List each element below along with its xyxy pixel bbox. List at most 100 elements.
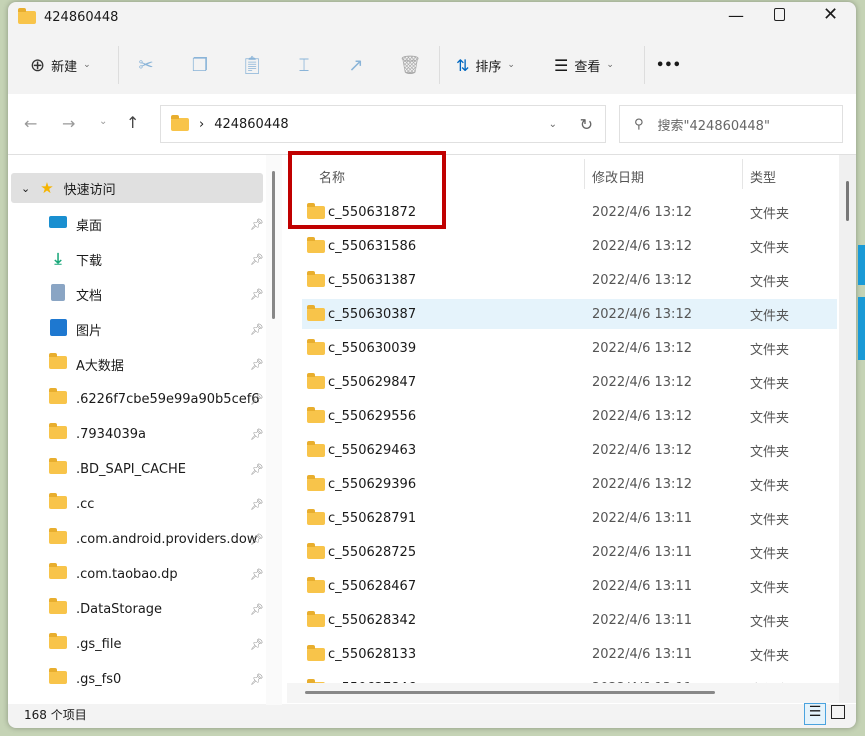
highlight-box (288, 151, 446, 229)
file-type: 文件夹 (750, 580, 790, 596)
more-button[interactable]: ••• (656, 48, 681, 82)
sidebar-item[interactable]: 文档 📌︎ (48, 279, 268, 309)
file-name: c_550628342 (328, 612, 417, 628)
folder-icon (18, 8, 36, 24)
file-date: 2022/4/6 13:12 (592, 238, 692, 254)
search-icon: ⚲ (634, 116, 644, 132)
pin-icon[interactable]: 📌︎ (250, 568, 264, 581)
file-row[interactable]: c_550628725 2022/4/6 13:11 文件夹 (302, 537, 837, 567)
file-explorer-window: 424860448 — ✕ ⊕ 新建 ⌄ ✂ ❐ 📋︎ ⌶ ↗ 🗑︎ ⇅ 排序 ⌄ ☰ 查… (8, 2, 856, 728)
sidebar-scrollbar[interactable] (266, 155, 282, 705)
file-date: 2022/4/6 13:12 (592, 306, 692, 322)
file-row[interactable]: c_550628467 2022/4/6 13:11 文件夹 (302, 571, 837, 601)
tiles-view-button[interactable] (831, 705, 845, 719)
rename-button[interactable]: ⌶ (292, 48, 316, 82)
file-date: 2022/4/6 13:11 (592, 612, 692, 628)
vertical-scrollbar[interactable] (839, 155, 856, 703)
file-row[interactable]: c_550630039 2022/4/6 13:12 文件夹 (302, 333, 837, 363)
sidebar-item-label: .BD_SAPI_CACHE (76, 461, 186, 477)
title-bar: 424860448 (18, 8, 118, 25)
breadcrumb[interactable]: 424860448 (214, 117, 288, 132)
content-area: ⌄ ★ 快速访问 桌面 📌︎ ⤓ 下载 📌︎ 文档 📌︎ 图片 📌︎ A大数据 📌︎ .6226f7cbe… (8, 151, 856, 705)
file-row[interactable]: c_550631387 2022/4/6 13:12 文件夹 (302, 265, 837, 295)
file-row[interactable]: c_550629556 2022/4/6 13:12 文件夹 (302, 401, 837, 431)
folder-icon (307, 338, 325, 355)
view-button[interactable]: ☰ 查看 ⌄ (554, 48, 614, 82)
pin-icon[interactable]: 📌︎ (250, 393, 264, 406)
maximize-button[interactable] (774, 8, 785, 21)
pin-icon[interactable]: 📌︎ (250, 253, 264, 266)
address-bar[interactable]: › 424860448 ⌄ ↻ (160, 105, 606, 143)
sidebar-item[interactable]: A大数据 📌︎ (48, 349, 268, 379)
refresh-icon[interactable]: ↻ (580, 115, 593, 134)
folder-icon (307, 610, 325, 627)
search-input[interactable]: ⚲ 搜索"424860448" (619, 105, 843, 143)
sort-button[interactable]: ⇅ 排序 ⌄ (456, 48, 515, 82)
sidebar-item-quick-access[interactable]: ⌄ ★ 快速访问 (11, 173, 263, 203)
sidebar-item[interactable]: .cc 📌︎ (48, 489, 268, 519)
sidebar-item[interactable]: .gs_file 📌︎ (48, 629, 268, 659)
horizontal-scrollbar[interactable] (287, 683, 839, 703)
trash-icon: 🗑︎ (398, 54, 422, 76)
cut-button[interactable]: ✂ (134, 48, 158, 82)
sidebar-item-label: 下载 (76, 253, 103, 269)
file-row[interactable]: c_550629463 2022/4/6 13:12 文件夹 (302, 435, 837, 465)
new-button[interactable]: ⊕ 新建 ⌄ (30, 48, 91, 82)
sidebar-item[interactable]: .7934039a 📌︎ (48, 419, 268, 449)
sidebar-item-label: .7934039a (76, 426, 146, 442)
sidebar-item[interactable]: 图片 📌︎ (48, 314, 268, 344)
sidebar-item-label: .gs_file (76, 636, 122, 652)
minimize-button[interactable]: — (728, 6, 744, 25)
sidebar-item[interactable]: .com.taobao.dp 📌︎ (48, 559, 268, 589)
file-row[interactable]: c_550629396 2022/4/6 13:12 文件夹 (302, 469, 837, 499)
pin-icon[interactable]: 📌︎ (250, 288, 264, 301)
plus-circle-icon: ⊕ (30, 54, 46, 76)
pin-icon[interactable]: 📌︎ (250, 533, 264, 546)
up-button[interactable]: ↑ (126, 113, 139, 132)
sort-label: 排序 (475, 59, 502, 75)
pin-icon[interactable]: 📌︎ (250, 498, 264, 511)
breadcrumb-chevron-icon: › (199, 116, 205, 132)
file-row[interactable]: c_550629847 2022/4/6 13:12 文件夹 (302, 367, 837, 397)
paste-button[interactable]: 📋︎ (240, 48, 264, 82)
delete-button[interactable]: 🗑︎ (398, 48, 422, 82)
column-header-type[interactable]: 类型 (750, 167, 776, 186)
share-button[interactable]: ↗ (344, 48, 368, 82)
sidebar-item[interactable]: .DataStorage 📌︎ (48, 594, 268, 624)
folder-icon (48, 527, 68, 548)
forward-button[interactable]: → (62, 114, 75, 133)
column-header-date[interactable]: 修改日期 (592, 167, 644, 186)
document-icon (48, 283, 68, 305)
file-row[interactable]: c_550628133 2022/4/6 13:11 文件夹 (302, 639, 837, 669)
sidebar-item[interactable]: .com.android.providers.dow 📌︎ (48, 524, 268, 554)
recent-dropdown[interactable]: ⌄ (99, 116, 107, 127)
file-type: 文件夹 (750, 410, 790, 426)
pin-icon[interactable]: 📌︎ (250, 603, 264, 616)
file-type: 文件夹 (750, 376, 790, 392)
pin-icon[interactable]: 📌︎ (250, 358, 264, 371)
sidebar-item[interactable]: .BD_SAPI_CACHE 📌︎ (48, 454, 268, 484)
pin-icon[interactable]: 📌︎ (250, 463, 264, 476)
file-row[interactable]: c_550630387 2022/4/6 13:12 文件夹 (302, 299, 837, 329)
file-row[interactable]: c_550628791 2022/4/6 13:11 文件夹 (302, 503, 837, 533)
file-row[interactable]: c_550631586 2022/4/6 13:12 文件夹 (302, 231, 837, 261)
pin-icon[interactable]: 📌︎ (250, 323, 264, 336)
pin-icon[interactable]: 📌︎ (250, 218, 264, 231)
file-date: 2022/4/6 13:11 (592, 510, 692, 526)
pin-icon[interactable]: 📌︎ (250, 673, 264, 686)
pin-icon[interactable]: 📌︎ (250, 638, 264, 651)
sidebar-item[interactable]: ⤓ 下载 📌︎ (48, 244, 268, 274)
sidebar-item[interactable]: .6226f7cbe59e99a90b5cef6 📌︎ (48, 384, 268, 414)
pin-icon[interactable]: 📌︎ (250, 428, 264, 441)
view-label: 查看 (574, 59, 601, 75)
folder-icon (48, 352, 68, 373)
close-button[interactable]: ✕ (823, 4, 838, 25)
details-view-button[interactable]: ☰ (804, 703, 826, 725)
file-date: 2022/4/6 13:12 (592, 204, 692, 220)
sidebar-item[interactable]: .gs_fs0 📌︎ (48, 664, 268, 694)
file-row[interactable]: c_550628342 2022/4/6 13:11 文件夹 (302, 605, 837, 635)
back-button[interactable]: ← (24, 114, 37, 133)
copy-button[interactable]: ❐ (188, 48, 212, 82)
chevron-down-icon[interactable]: ⌄ (549, 119, 557, 130)
sidebar-item[interactable]: 桌面 📌︎ (48, 209, 268, 239)
